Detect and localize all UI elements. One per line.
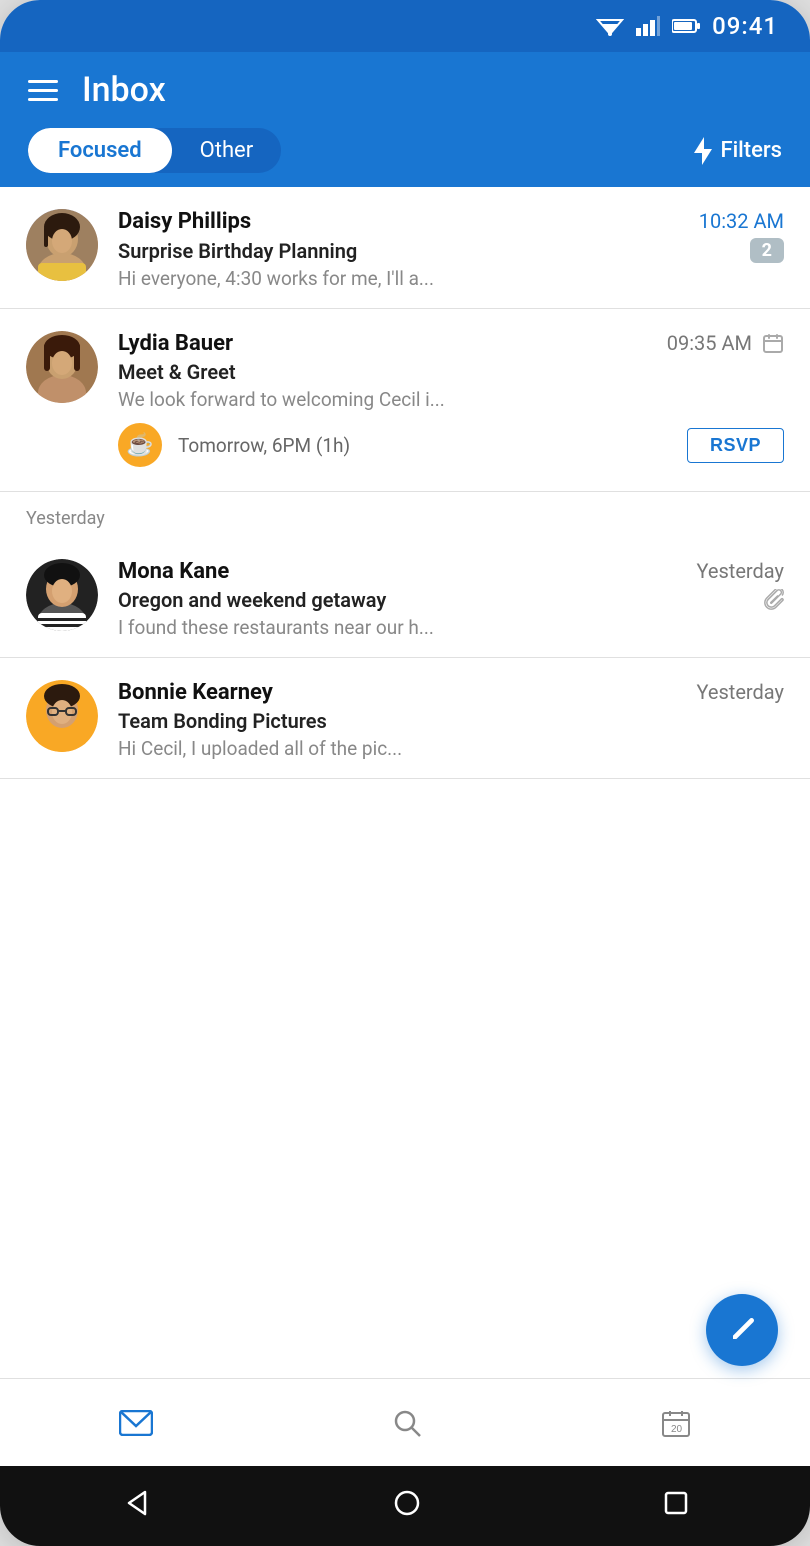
- time-lydia: 09:35 AM: [667, 331, 752, 355]
- rsvp-button[interactable]: RSVP: [687, 428, 784, 463]
- tab-group: Focused Other: [28, 128, 281, 173]
- sender-mona: Mona Kane: [118, 559, 229, 584]
- email-content-mona: Mona Kane Yesterday Oregon and weekend g…: [118, 559, 784, 639]
- status-icons: 09:41: [596, 12, 778, 40]
- signal-icon: [636, 16, 660, 36]
- email-content-bonnie: Bonnie Kearney Yesterday Team Bonding Pi…: [118, 680, 784, 760]
- bottom-nav: 20: [0, 1378, 810, 1466]
- section-yesterday: Yesterday: [0, 492, 810, 537]
- battery-icon: [672, 18, 700, 34]
- event-card-lydia: ☕ Tomorrow, 6PM (1h) RSVP: [118, 423, 784, 467]
- sender-daisy: Daisy Phillips: [118, 209, 251, 234]
- back-button[interactable]: [121, 1488, 151, 1525]
- cup-icon: ☕: [126, 433, 153, 458]
- sender-bonnie: Bonnie Kearney: [118, 680, 273, 705]
- preview-mona: I found these restaurants near our h...: [118, 616, 598, 639]
- email-header-daisy: Daisy Phillips 10:32 AM: [118, 209, 784, 234]
- mail-nav-icon: [119, 1410, 153, 1436]
- bolt-icon: [694, 137, 712, 165]
- time-daisy: 10:32 AM: [699, 209, 784, 233]
- status-time: 09:41: [712, 12, 778, 40]
- avatar-daisy: [26, 209, 98, 281]
- nav-search[interactable]: [392, 1408, 422, 1438]
- event-time: Tomorrow, 6PM (1h): [178, 434, 671, 457]
- tab-other[interactable]: Other: [172, 128, 282, 173]
- subject-lydia: Meet & Greet: [118, 360, 784, 384]
- email-header-bonnie: Bonnie Kearney Yesterday: [118, 680, 784, 705]
- avatar-bonnie: [26, 680, 98, 752]
- recents-button[interactable]: [663, 1490, 689, 1523]
- search-nav-icon: [392, 1408, 422, 1438]
- wifi-icon: [596, 16, 624, 36]
- compose-fab[interactable]: [706, 1294, 778, 1366]
- email-item-daisy[interactable]: Daisy Phillips 10:32 AM Surprise Birthda…: [0, 187, 810, 309]
- preview-bonnie: Hi Cecil, I uploaded all of the pic...: [118, 737, 598, 760]
- email-list: Daisy Phillips 10:32 AM Surprise Birthda…: [0, 187, 810, 1378]
- attachment-icon-mona: [762, 589, 784, 611]
- hamburger-menu[interactable]: [28, 80, 58, 101]
- phone-frame: 09:41 Inbox Focused Other Filters: [0, 0, 810, 1546]
- avatar-lydia: [26, 331, 98, 403]
- preview-daisy: Hi everyone, 4:30 works for me, I'll a..…: [118, 267, 598, 290]
- svg-text:20: 20: [671, 1424, 683, 1435]
- email-item-mona[interactable]: Mona Kane Yesterday Oregon and weekend g…: [0, 537, 810, 658]
- compose-icon: [726, 1314, 758, 1346]
- subject-bonnie: Team Bonding Pictures: [118, 709, 784, 733]
- subject-mona: Oregon and weekend getaway: [118, 588, 784, 612]
- avatar-mona: [26, 559, 98, 631]
- filters-button[interactable]: Filters: [694, 137, 782, 165]
- app-bar: Inbox Focused Other Filters: [0, 52, 810, 187]
- email-item-lydia[interactable]: Lydia Bauer 09:35 AM Meet &: [0, 309, 810, 492]
- nav-calendar[interactable]: 20: [661, 1408, 691, 1438]
- time-bonnie: Yesterday: [696, 680, 784, 704]
- email-item-bonnie[interactable]: Bonnie Kearney Yesterday Team Bonding Pi…: [0, 658, 810, 779]
- home-button[interactable]: [392, 1488, 422, 1525]
- app-title: Inbox: [82, 70, 166, 110]
- subject-daisy: Surprise Birthday Planning 2: [118, 238, 784, 263]
- email-header-mona: Mona Kane Yesterday: [118, 559, 784, 584]
- event-circle: ☕: [118, 423, 162, 467]
- app-bar-tabs: Focused Other Filters: [28, 128, 782, 187]
- calendar-attach-icon: [762, 332, 784, 354]
- time-mona: Yesterday: [696, 559, 784, 583]
- calendar-nav-icon: 20: [661, 1408, 691, 1438]
- email-content-lydia: Lydia Bauer 09:35 AM Meet &: [118, 331, 784, 411]
- tab-focused[interactable]: Focused: [28, 128, 172, 173]
- nav-mail[interactable]: [119, 1410, 153, 1436]
- email-header-lydia: Lydia Bauer 09:35 AM: [118, 331, 784, 356]
- filters-label: Filters: [720, 138, 782, 163]
- preview-lydia: We look forward to welcoming Cecil i...: [118, 388, 598, 411]
- email-content-daisy: Daisy Phillips 10:32 AM Surprise Birthda…: [118, 209, 784, 290]
- app-bar-top: Inbox: [28, 70, 782, 110]
- status-bar: 09:41: [0, 0, 810, 52]
- badge-daisy: 2: [750, 238, 784, 263]
- sender-lydia: Lydia Bauer: [118, 331, 233, 356]
- android-nav-bar: [0, 1466, 810, 1546]
